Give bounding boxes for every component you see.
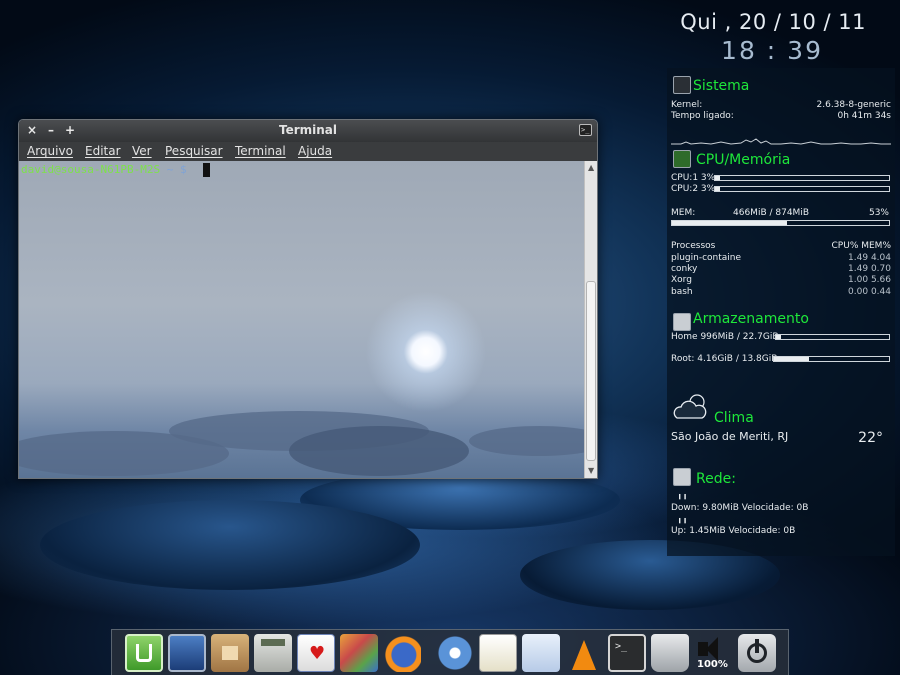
clock-date: Qui , 20 / 10 / 11 [680, 10, 866, 34]
menu-ajuda[interactable]: Ajuda [298, 144, 332, 158]
home-folder-icon[interactable] [211, 634, 249, 672]
mem-percent: 53% [868, 208, 889, 218]
cpu1-label: CPU:1 3% [671, 173, 716, 183]
cpu-chip-icon [673, 150, 691, 168]
uptime-label: Tempo ligado: [671, 111, 734, 121]
landscape-hill [289, 426, 469, 476]
weather-city: São João de Meriti, RJ [671, 430, 789, 443]
menu-pesquisar[interactable]: Pesquisar [165, 144, 223, 158]
process-stats: 1.49 4.04 [848, 253, 891, 263]
hard-drive-icon [673, 313, 691, 331]
landscape-hill [469, 426, 597, 456]
scroll-up-icon[interactable]: ▲ [588, 163, 594, 172]
openoffice-icon[interactable] [522, 634, 560, 672]
network-title: Rede: [696, 471, 736, 487]
solitaire-icon[interactable]: ♥ [297, 634, 335, 672]
terminal-icon[interactable]: >_ [608, 634, 646, 672]
process-name: conky [671, 264, 698, 274]
vlc-icon[interactable] [565, 634, 603, 672]
home-storage-bar [775, 334, 890, 340]
volume-level: 100% [697, 659, 728, 670]
terminal-titlebar[interactable]: × – + Terminal >_ [19, 120, 597, 142]
storage-title: Armazenamento [693, 311, 809, 327]
menu-arquivo[interactable]: Arquivo [27, 144, 73, 158]
process-stats: 0.00 0.44 [848, 287, 891, 297]
menu-terminal[interactable]: Terminal [235, 144, 286, 158]
landscape-hill [19, 431, 229, 476]
weather-title: Clima [714, 410, 754, 426]
shell-prompt: david@sousa-N61PB-M2S ~ $ [21, 163, 187, 176]
root-storage-label: Root: 4.16GiB / 13.8GiB [671, 354, 778, 364]
firefox-icon[interactable] [383, 634, 421, 672]
kernel-label: Kernel: [671, 100, 703, 110]
process-stats: 1.00 5.66 [848, 275, 891, 285]
process-stats: 1.49 0.70 [848, 264, 891, 274]
cpu1-bar [714, 175, 890, 181]
uptime-value: 0h 41m 34s [837, 111, 891, 121]
home-storage-label: Home 996MiB / 22.7GiB [671, 332, 779, 342]
mem-bar [671, 220, 890, 226]
down-arrows: ╻╻ [677, 490, 688, 500]
menu-ver[interactable]: Ver [132, 144, 152, 158]
root-storage-bar [773, 356, 890, 362]
chromium-icon[interactable] [436, 634, 474, 672]
network-up: Up: 1.45MiB Velocidade: 0B [671, 526, 796, 536]
prompt-user: david@sousa-N61PB-M2S [21, 163, 161, 176]
menu-editar[interactable]: Editar [85, 144, 121, 158]
calculator-icon[interactable] [254, 634, 292, 672]
network-down: Down: 9.80MiB Velocidade: 0B [671, 503, 809, 513]
system-title: Sistema [693, 78, 750, 94]
terminal-title: Terminal [278, 123, 338, 137]
weather-temp: 22° [858, 430, 883, 446]
terminal-menubar: Arquivo Editar Ver Pesquisar Terminal Aj… [19, 142, 597, 161]
mem-label: MEM: [671, 208, 696, 218]
processes-header: Processos [671, 241, 716, 251]
cpu-graph [671, 138, 891, 145]
process-name: plugin-containe [671, 253, 742, 263]
cpu2-bar [714, 186, 890, 192]
terminal-scrollbar[interactable]: ▲ ▼ [584, 161, 597, 478]
trash-icon[interactable] [651, 634, 689, 672]
network-icon [673, 468, 691, 486]
mem-value: 466MiB / 874MiB [733, 208, 809, 218]
cpu-mem-title: CPU/Memória [696, 152, 791, 168]
up-arrows: ╻╻ [677, 514, 688, 524]
kernel-value: 2.6.38-8-generic [816, 100, 892, 110]
mint-menu-icon[interactable] [125, 634, 163, 672]
terminal-content[interactable]: david@sousa-N61PB-M2S ~ $ [19, 161, 597, 478]
process-name: Xorg [671, 275, 692, 285]
power-icon[interactable] [738, 634, 776, 672]
conky-panel: Sistema Kernel: 2.6.38-8-generic Tempo l… [667, 68, 895, 556]
text-cursor [203, 163, 210, 177]
paint-icon[interactable] [340, 634, 378, 672]
scroll-down-icon[interactable]: ▼ [588, 466, 594, 475]
text-editor-icon[interactable] [479, 634, 517, 672]
wallpaper-ridge [40, 500, 420, 590]
processes-stats-header: CPU% MEM% [831, 241, 891, 251]
process-name: bash [671, 287, 693, 297]
terminal-window[interactable]: × – + Terminal >_ Arquivo Editar Ver Pes… [18, 119, 598, 479]
cloud-sun-icon [673, 394, 707, 419]
desktop-icon[interactable] [168, 634, 206, 672]
system-icon [673, 76, 691, 94]
terminal-app-icon: >_ [579, 124, 592, 136]
scroll-thumb[interactable] [586, 281, 596, 461]
dock: ♥ >_ 100% [111, 629, 789, 675]
prompt-path: ~ $ [160, 163, 187, 176]
clock-time: 18 : 39 [721, 36, 823, 65]
cpu2-label: CPU:2 3% [671, 184, 716, 194]
